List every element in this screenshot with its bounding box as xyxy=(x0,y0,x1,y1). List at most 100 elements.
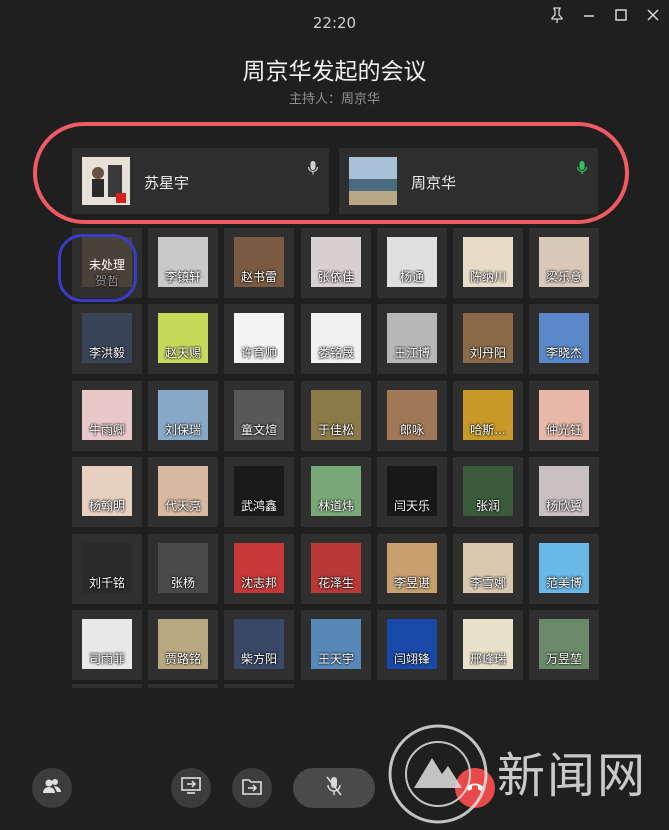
participant-tile[interactable]: 闫翊锋 xyxy=(377,610,447,680)
participant-name: 张润 xyxy=(475,499,500,513)
partial-tile xyxy=(72,684,142,688)
participant-name: 王江博 xyxy=(393,346,430,360)
participant-name: 仲光钰 xyxy=(545,423,582,437)
participant-name: 赵书雷 xyxy=(240,270,277,284)
participant-name: 李洪毅 xyxy=(88,346,125,360)
participant-name: 牛雨卿 xyxy=(88,423,125,437)
participant-tile[interactable]: 刘保瑞 xyxy=(148,381,218,451)
participants-button[interactable] xyxy=(32,768,72,808)
participant-tile[interactable]: 郎咏 xyxy=(377,381,447,451)
participant-tile[interactable]: 武鸿鑫 xyxy=(224,457,294,527)
participant-tile[interactable]: 童文煊 xyxy=(224,381,294,451)
participant-tile[interactable]: 许育帅 xyxy=(224,304,294,374)
participant-name: 闫翊锋 xyxy=(393,652,430,666)
participant-name: 花泽生 xyxy=(317,576,354,590)
title-bar: 22:20 xyxy=(0,0,669,40)
participant-tile[interactable]: 范美博 xyxy=(529,534,599,604)
participant-name: 李雪娜 xyxy=(469,576,506,590)
participant-name: 李晓杰 xyxy=(545,346,582,360)
watermark-text: 新闻网 xyxy=(497,748,648,804)
participant-name: 贾路铭 xyxy=(164,652,201,666)
participant-tile[interactable]: 邢峰瑞 xyxy=(453,610,523,680)
participants-icon xyxy=(42,777,62,799)
mic-muted-icon xyxy=(325,775,343,801)
participant-name: 刘丹阳 xyxy=(469,346,506,360)
participant-tile[interactable]: 李镇轩 xyxy=(148,228,218,298)
participant-tile[interactable]: 张润 xyxy=(453,457,523,527)
participant-tile[interactable]: 于佳松 xyxy=(301,381,371,451)
participant-name: 林道炜 xyxy=(317,499,354,513)
participant-name: 赵天赐 xyxy=(164,346,201,360)
participant-tile[interactable]: 万昱堃 xyxy=(529,610,599,680)
participant-tile[interactable]: 代天亮 xyxy=(148,457,218,527)
participant-name: 柴方阳 xyxy=(240,652,277,666)
participant-name: 杨通 xyxy=(399,270,424,284)
university-seal-icon xyxy=(386,722,490,826)
share-file-button[interactable] xyxy=(232,768,272,808)
close-icon[interactable] xyxy=(637,4,669,26)
minimize-icon[interactable] xyxy=(573,4,605,26)
participant-tile[interactable]: 杨翰明 xyxy=(72,457,142,527)
participant-name: 陈纳川 xyxy=(469,270,506,284)
participant-tile[interactable]: 哈斯... xyxy=(453,381,523,451)
participant-tile[interactable]: 贾路铭 xyxy=(148,610,218,680)
participant-tile[interactable]: 柴方阳 xyxy=(224,610,294,680)
participant-tile[interactable]: 李晓杰 xyxy=(529,304,599,374)
mute-button[interactable] xyxy=(293,768,375,808)
participant-name: 武鸿鑫 xyxy=(240,499,277,513)
participant-name: 司雨菲 xyxy=(88,652,125,666)
participant-name: 张杨 xyxy=(170,576,195,590)
participant-tile[interactable]: 闫天乐 xyxy=(377,457,447,527)
participant-tile[interactable]: 林道炜 xyxy=(301,457,371,527)
participant-name: 王天宇 xyxy=(317,652,354,666)
participant-name: 范美博 xyxy=(545,576,582,590)
participant-name: 张依佳 xyxy=(317,270,354,284)
participant-tile[interactable]: 李昱谌 xyxy=(377,534,447,604)
participant-tile[interactable]: 赵天赐 xyxy=(148,304,218,374)
participant-name: 闫天乐 xyxy=(393,499,430,513)
participant-tile[interactable]: 杨通 xyxy=(377,228,447,298)
share-file-icon xyxy=(242,777,262,799)
partial-tile xyxy=(224,684,294,688)
participant-tile[interactable]: 刘丹阳 xyxy=(453,304,523,374)
participant-name: 童文煊 xyxy=(240,423,277,437)
participant-tile[interactable]: 李雪娜 xyxy=(453,534,523,604)
participant-name: 代天亮 xyxy=(164,499,201,513)
participant-name: 许育帅 xyxy=(240,346,277,360)
participant-name: 杨翰明 xyxy=(88,499,125,513)
participant-name: 万昱堃 xyxy=(545,652,582,666)
participant-tile[interactable]: 张依佳 xyxy=(301,228,371,298)
participant-tile[interactable]: 李洪毅 xyxy=(72,304,142,374)
participant-name: 郎咏 xyxy=(399,423,424,437)
participant-tile[interactable]: 仲光钰 xyxy=(529,381,599,451)
participant-name: 刘保瑞 xyxy=(164,423,201,437)
share-screen-button[interactable] xyxy=(171,768,211,808)
participant-name: 娄铭晟 xyxy=(317,346,354,360)
participant-tile[interactable]: 王江博 xyxy=(377,304,447,374)
meeting-host: 主持人：周京华 xyxy=(288,92,380,107)
partial-tile xyxy=(148,684,218,688)
participant-tile[interactable]: 张杨 xyxy=(148,534,218,604)
participant-name: 邢峰瑞 xyxy=(469,652,506,666)
participant-name: 李昱谌 xyxy=(393,576,430,590)
participant-tile[interactable]: 沈志邦 xyxy=(224,534,294,604)
participant-name: 梁乐意 xyxy=(545,270,582,284)
participant-tile[interactable]: 花泽生 xyxy=(301,534,371,604)
participant-tile[interactable]: 梁乐意 xyxy=(529,228,599,298)
participant-tile[interactable]: 赵书雷 xyxy=(224,228,294,298)
pin-icon[interactable] xyxy=(541,4,573,26)
participant-name: 杨欣翼 xyxy=(545,499,582,513)
window-controls xyxy=(541,4,669,26)
participant-tile[interactable]: 王天宇 xyxy=(301,610,371,680)
participant-tile[interactable]: 娄铭晟 xyxy=(301,304,371,374)
maximize-icon[interactable] xyxy=(605,4,637,26)
participant-name: 李镇轩 xyxy=(164,270,201,284)
participant-tile[interactable]: 司雨菲 xyxy=(72,610,142,680)
participant-name: 于佳松 xyxy=(317,423,354,437)
participant-tile[interactable]: 杨欣翼 xyxy=(529,457,599,527)
participant-name: 刘千铭 xyxy=(88,576,125,590)
red-highlight-annotation xyxy=(33,122,629,224)
participant-tile[interactable]: 牛雨卿 xyxy=(72,381,142,451)
participant-tile[interactable]: 陈纳川 xyxy=(453,228,523,298)
participant-tile[interactable]: 刘千铭 xyxy=(72,534,142,604)
